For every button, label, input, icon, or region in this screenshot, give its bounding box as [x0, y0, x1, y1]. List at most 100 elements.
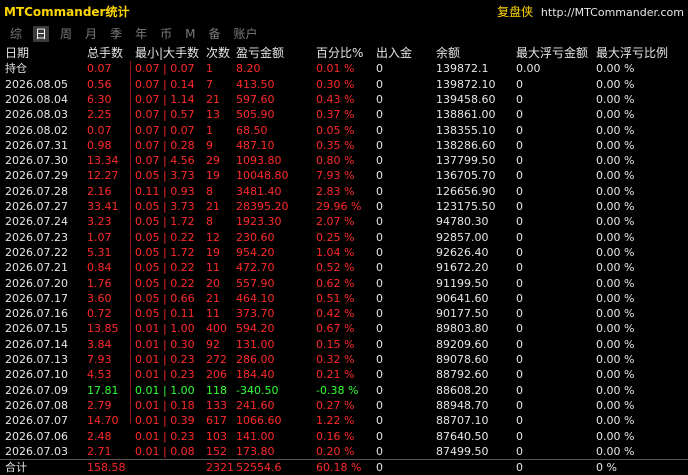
deposit-cell: 0 [376, 62, 383, 76]
percent-cell: 0.32 % [316, 353, 355, 366]
table-row[interactable]: 2026.07.09 17.81 0.01 | 1.00 118 -340.50 -0.3… [0, 383, 688, 398]
table-row[interactable]: 2026.07.08 2.79 0.01 | 0.18 133 241.60 0.27 %… [0, 398, 688, 413]
table-row[interactable]: 2026.07.15 13.85 0.01 | 1.00 400 594.20 0.67 … [0, 321, 688, 336]
trade-count-cell: 9 [206, 138, 213, 152]
max-float-pct-cell: 0.00 % [596, 245, 635, 259]
max-float-cell: 0 [516, 307, 523, 321]
table-row[interactable]: 2026.08.05 0.56 0.07 | 0.14 7 413.50 0.30 % 0 1… [0, 77, 688, 92]
table-row[interactable]: 2026.08.02 0.07 0.07 | 0.07 1 68.50 0.05 % 0 13… [0, 123, 688, 138]
tab-year[interactable]: 年 [133, 26, 149, 42]
trade-count-cell: 7 [206, 77, 213, 91]
table-header: 日期 总手数 最小|大手数 次数 盈亏金额 百分比% 出入金 余额 最大浮亏金额 最大浮亏比例 [0, 46, 688, 61]
max-float-cell: 0 [516, 77, 523, 91]
tab-day[interactable]: 日 [33, 26, 50, 42]
balance-cell: 139872.1 [436, 62, 489, 76]
tab-currency[interactable]: 币 [158, 26, 174, 42]
max-float-cell: 0 [516, 414, 523, 428]
table-row[interactable]: 2026.07.23 1.07 0.05 | 0.22 12 230.60 0.25 % 0… [0, 230, 688, 245]
column-header: 余额 [436, 46, 461, 60]
min-max-lots-cell: 0.11 | 0.93 [135, 184, 195, 198]
total-lots-cell: 1.76 [87, 276, 112, 290]
balance-cell: 92626.40 [436, 245, 489, 259]
table-row[interactable]: 2026.07.28 2.16 0.11 | 0.93 8 3481.40 2.83 % 0… [0, 184, 688, 199]
max-float-cell: 0.00 [516, 62, 541, 76]
date-cell: 2026.08.03 [5, 108, 68, 122]
pnl-cell: 3481.40 [236, 184, 282, 198]
trade-count-cell: 8 [206, 184, 213, 198]
min-max-lots-cell: 0.05 | 1.72 [135, 245, 195, 259]
brand-name: 复盘侠 [497, 5, 534, 19]
table-row[interactable]: 2026.07.03 2.71 0.01 | 0.08 152 173.80 0.20 %… [0, 444, 688, 459]
max-float-pct-cell: 0.00 % [596, 92, 635, 106]
max-float-cell: 0 [516, 276, 523, 290]
total-row[interactable]: 合计 158.58 2321 52554.6 60.18 % 0 0 0 % [0, 459, 688, 475]
percent-cell: 2.07 % [316, 215, 355, 229]
table-row[interactable]: 2026.07.16 0.72 0.05 | 0.11 11 373.70 0.42 % 0… [0, 306, 688, 321]
table-row[interactable]: 2026.08.03 2.25 0.07 | 0.57 13 505.90 0.37 % 0… [0, 107, 688, 122]
website-link[interactable]: http://MTCommander.com [541, 6, 684, 19]
app-title: MTCommander统计 [4, 5, 130, 19]
max-float-pct-cell: 0.00 % [596, 368, 635, 382]
max-float-pct-cell: 0.00 % [596, 261, 635, 275]
trade-count-cell: 92 [206, 337, 220, 351]
table-row[interactable]: 2026.07.22 5.31 0.05 | 1.72 19 954.20 1.04 % 0… [0, 245, 688, 260]
balance-cell: 89803.80 [436, 322, 489, 336]
balance-cell: 90641.60 [436, 291, 489, 305]
column-header: 最大浮亏金额 [516, 46, 589, 60]
table-row[interactable]: 2026.07.06 2.48 0.01 | 0.23 103 141.00 0.16 %… [0, 429, 688, 444]
max-float-pct-cell: 0.00 % [596, 154, 635, 168]
balance-cell: 89209.60 [436, 337, 489, 351]
deposit-cell: 0 [376, 245, 383, 259]
percent-cell: 0.43 % [316, 92, 355, 106]
min-max-lots-cell: 0.01 | 0.30 [135, 337, 195, 351]
max-float-pct-cell: 0.00 % [596, 291, 635, 305]
table-row[interactable]: 2026.07.31 0.98 0.07 | 0.28 9 487.10 0.35 % 0 1… [0, 138, 688, 153]
tab-m[interactable]: M [183, 26, 197, 42]
trade-count-cell: 21 [206, 200, 220, 213]
table-row[interactable]: 2026.07.21 0.84 0.05 | 0.22 11 472.70 0.52 % 0… [0, 260, 688, 275]
max-float-cell: 0 [516, 383, 523, 397]
pnl-cell: 413.50 [236, 77, 275, 91]
max-float-pct-cell: 0.00 % [596, 398, 635, 412]
table-row[interactable]: 2026.07.07 14.70 0.01 | 0.39 617 1066.60 1.22… [0, 413, 688, 428]
balance-cell: 139872.10 [436, 77, 496, 91]
balance-cell: 88707.10 [436, 414, 489, 428]
table-row[interactable]: 2026.07.14 3.84 0.01 | 0.30 92 131.00 0.15 % 0… [0, 337, 688, 352]
title-bar: MTCommander统计 复盘侠 http://MTCommander.com [0, 0, 688, 22]
tab-quarter[interactable]: 季 [108, 26, 124, 42]
date-cell: 2026.08.05 [5, 77, 68, 91]
date-cell: 2026.07.30 [5, 154, 68, 168]
tab-month[interactable]: 月 [83, 26, 99, 42]
table-row[interactable]: 2026.07.10 4.53 0.01 | 0.23 206 184.40 0.21 %… [0, 367, 688, 382]
max-float-cell: 0 [516, 322, 523, 336]
tab-summary[interactable]: 综 [8, 26, 24, 42]
holding-row[interactable]: 持仓 0.07 0.07 | 0.07 1 8.20 0.01 % 0 139872.1 0.0… [0, 61, 688, 76]
table-row[interactable]: 2026.07.13 7.93 0.01 | 0.23 272 286.00 0.32 %… [0, 352, 688, 367]
date-cell: 2026.07.21 [5, 261, 68, 275]
max-float-cell: 0 [516, 429, 523, 443]
table-row[interactable]: 2026.07.24 3.23 0.05 | 1.72 8 1923.30 2.07 % 0… [0, 214, 688, 229]
table-row[interactable]: 2026.07.27 33.41 0.05 | 3.73 21 28395.20 29.9… [0, 199, 688, 214]
trade-count-cell: 8 [206, 215, 213, 229]
total-lots-cell: 0.98 [87, 138, 112, 152]
trade-count-cell: 21 [206, 92, 220, 106]
balance-cell: 137799.50 [436, 154, 496, 168]
trade-count-cell: 19 [206, 169, 220, 183]
percent-cell: 1.22 % [316, 414, 355, 428]
date-cell: 持仓 [5, 62, 27, 76]
total-lots-cell: 3.23 [87, 215, 112, 229]
table-row[interactable]: 2026.07.30 13.34 0.07 | 4.56 29 1093.80 0.80 … [0, 153, 688, 168]
min-max-lots-cell: 0.01 | 0.23 [135, 429, 195, 443]
tab-account[interactable]: 账户 [231, 26, 259, 42]
table-row[interactable]: 2026.07.29 12.27 0.05 | 3.73 19 10048.80 7.93… [0, 168, 688, 183]
deposit-cell: 0 [376, 215, 383, 229]
tab-backup[interactable]: 备 [206, 26, 222, 42]
table-row[interactable]: 2026.08.04 6.30 0.07 | 1.14 21 597.60 0.43 % 0… [0, 92, 688, 107]
table-row[interactable]: 2026.07.17 3.60 0.05 | 0.66 21 464.10 0.51 % 0… [0, 291, 688, 306]
tab-week[interactable]: 周 [58, 26, 74, 42]
table-row[interactable]: 2026.07.20 1.76 0.05 | 0.22 20 557.90 0.62 % 0… [0, 276, 688, 291]
total-lots-cell: 3.84 [87, 337, 112, 351]
balance-cell: 138861.00 [436, 108, 496, 122]
min-max-lots-cell: 0.05 | 3.73 [135, 200, 195, 213]
min-max-lots-cell: 0.07 | 1.14 [135, 92, 195, 106]
